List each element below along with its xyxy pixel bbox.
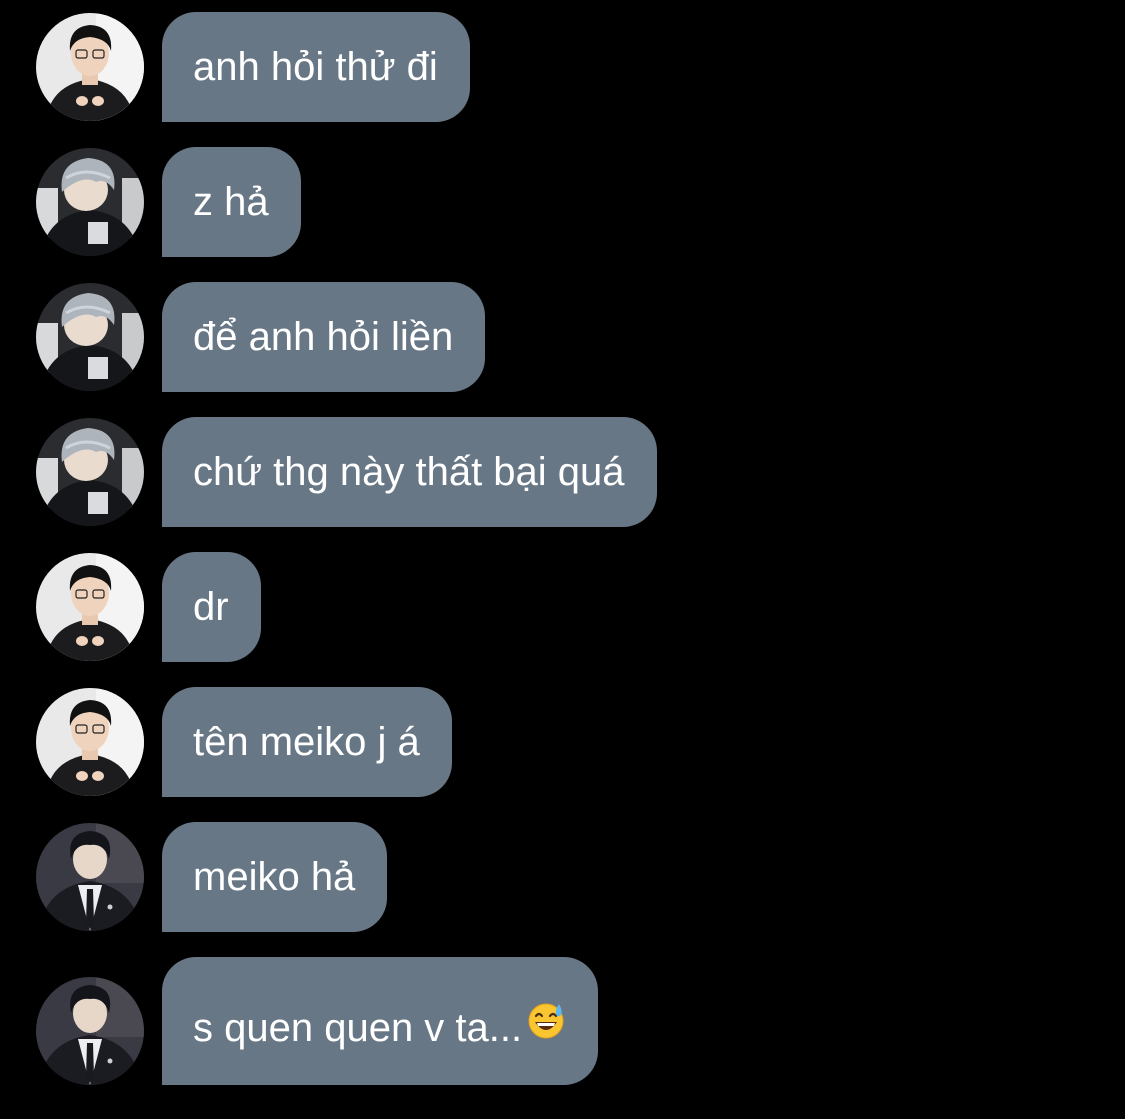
message-text: s quen quen v ta...	[193, 1006, 523, 1050]
grinning-sweat-emoji	[526, 956, 566, 1098]
message-bubble[interactable]: chứ thg này thất bại quá	[162, 417, 657, 527]
message-row: z hả	[0, 147, 1125, 257]
message-bubble[interactable]: tên meiko j á	[162, 687, 452, 797]
message-text: chứ thg này thất bại quá	[193, 450, 625, 494]
message-row: để anh hỏi liền	[0, 282, 1125, 392]
message-text: để anh hỏi liền	[193, 315, 454, 359]
avatar[interactable]	[36, 148, 144, 256]
message-text: z hả	[193, 180, 269, 224]
message-row: chứ thg này thất bại quá	[0, 417, 1125, 527]
message-bubble[interactable]: anh hỏi thử đi	[162, 12, 470, 122]
message-row: dr	[0, 552, 1125, 662]
avatar[interactable]	[36, 283, 144, 391]
message-text: tên meiko j á	[193, 720, 420, 764]
message-text: anh hỏi thử đi	[193, 45, 438, 89]
avatar-image	[36, 283, 144, 391]
message-row: meiko hả	[0, 822, 1125, 932]
avatar[interactable]	[36, 688, 144, 796]
avatar-image	[36, 977, 144, 1085]
message-bubble[interactable]: s quen quen v ta...	[162, 957, 599, 1085]
avatar-image	[36, 823, 144, 931]
message-row: tên meiko j á	[0, 687, 1125, 797]
avatar-image	[36, 148, 144, 256]
message-bubble[interactable]: z hả	[162, 147, 301, 257]
message-row: s quen quen v ta...	[0, 957, 1125, 1085]
avatar-image	[36, 553, 144, 661]
message-text: meiko hả	[193, 855, 356, 899]
message-text: dr	[193, 585, 229, 629]
avatar[interactable]	[36, 13, 144, 121]
avatar[interactable]	[36, 553, 144, 661]
message-bubble[interactable]: meiko hả	[162, 822, 388, 932]
avatar[interactable]	[36, 418, 144, 526]
avatar-image	[36, 418, 144, 526]
message-bubble[interactable]: để anh hỏi liền	[162, 282, 486, 392]
avatar-image	[36, 688, 144, 796]
avatar[interactable]	[36, 823, 144, 931]
avatar-image	[36, 13, 144, 121]
message-row: anh hỏi thử đi	[0, 12, 1125, 122]
avatar[interactable]	[36, 977, 144, 1085]
message-bubble[interactable]: dr	[162, 552, 261, 662]
